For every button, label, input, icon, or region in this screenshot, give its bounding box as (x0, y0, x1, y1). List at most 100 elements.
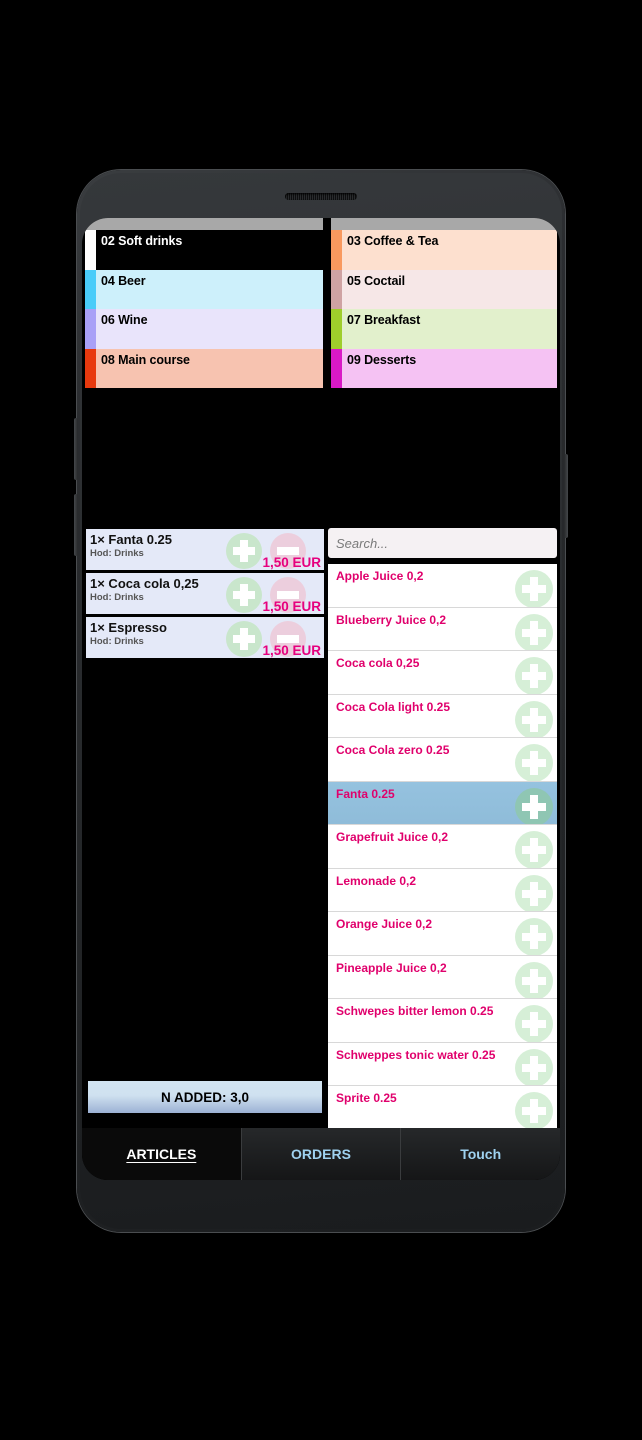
order-item-row[interactable]: 1× Coca cola 0,25 Hod: Drinks 1,50 EUR (85, 572, 325, 616)
order-item-group: Hod: Drinks (90, 636, 144, 647)
article-name: Coca Cola light 0.25 (336, 699, 451, 714)
category-label: 04 Beer (101, 273, 146, 288)
article-add-button[interactable] (515, 874, 553, 912)
category-column-gap (323, 348, 331, 388)
article-list-item[interactable]: Schweppes tonic water 0.25 (328, 1042, 557, 1086)
article-name: Lemonade 0,2 (336, 873, 417, 888)
category-cell-02-soft-drinks[interactable]: 02 Soft drinks (85, 230, 323, 270)
article-list-item[interactable]: Grapefruit Juice 0,2 (328, 825, 557, 869)
category-grid: 02 Soft drinks 03 Coffee & Tea 04 Beer 05 C… (85, 230, 557, 396)
tab-articles[interactable]: ARTICLES (82, 1128, 241, 1180)
tab-touch[interactable]: Touch (400, 1128, 560, 1180)
article-add-button[interactable] (515, 918, 553, 955)
article-list[interactable]: Apple Juice 0,2 Blueberry Juice 0,2 Coca c… (327, 563, 558, 1131)
article-add-button[interactable] (515, 1005, 553, 1042)
article-name: Coca Cola zero 0.25 (336, 743, 450, 757)
n-added-label: N ADDED: 3,0 (160, 1089, 249, 1105)
plus-icon (522, 664, 546, 688)
phone-frame: 02 Soft drinks 03 Coffee & Tea 04 Beer 05 C… (74, 170, 568, 1232)
category-cell-09-desserts[interactable]: 09 Desserts (331, 348, 557, 388)
article-add-button[interactable] (515, 744, 553, 781)
category-cell-05-coctail[interactable]: 05 Coctail (331, 269, 557, 309)
order-item-group: Hod: Drinks (90, 548, 144, 559)
category-cell-04-beer[interactable]: 04 Beer (85, 269, 323, 309)
bottom-tab-bar: ARTICLES ORDERS Touch (82, 1128, 560, 1180)
category-cell-07-breakfast[interactable]: 07 Breakfast (331, 309, 557, 349)
n-added-button[interactable]: N ADDED: 3,0 (87, 1080, 323, 1114)
phone-screen: 02 Soft drinks 03 Coffee & Tea 04 Beer 05 C… (82, 218, 560, 1180)
article-name: Apple Juice 0,2 (336, 569, 424, 583)
tab-label: ARTICLES (126, 1146, 197, 1162)
article-add-button[interactable] (515, 787, 553, 825)
plus-icon (522, 794, 546, 819)
article-add-button[interactable] (515, 961, 553, 999)
plus-icon (522, 1012, 546, 1036)
article-add-button[interactable] (515, 1092, 553, 1130)
category-label: 08 Main course (101, 352, 190, 367)
category-cell-06-wine[interactable]: 06 Wine (85, 309, 323, 349)
plus-icon (233, 540, 255, 562)
category-label: 06 Wine (101, 313, 148, 327)
plus-icon (522, 707, 546, 732)
plus-icon (233, 584, 255, 606)
category-label: 07 Breakfast (347, 313, 421, 327)
article-add-button[interactable] (515, 831, 553, 868)
plus-icon (522, 751, 546, 775)
article-list-item[interactable]: Blueberry Juice 0,2 (328, 607, 557, 651)
article-list-item[interactable]: Lemonade 0,2 (328, 868, 557, 912)
plus-icon (522, 1099, 546, 1123)
tab-orders[interactable]: ORDERS (240, 1128, 401, 1180)
article-add-button[interactable] (515, 613, 553, 651)
category-color-stripe (331, 348, 342, 388)
category-scroll-strip (85, 218, 557, 230)
minus-icon (277, 635, 299, 643)
article-add-button[interactable] (515, 700, 553, 738)
article-list-item[interactable]: Coca Cola zero 0.25 (328, 738, 557, 782)
article-list-item[interactable]: Sprite 0.25 (328, 1086, 557, 1130)
minus-icon (277, 547, 299, 555)
article-name: Schweppes tonic water 0.25 (336, 1047, 496, 1062)
volume-up-button[interactable] (74, 418, 78, 480)
article-list-item[interactable]: Coca Cola light 0.25 (328, 694, 557, 738)
tab-label: Touch (460, 1146, 502, 1162)
category-column-gap (323, 309, 331, 349)
article-list-item[interactable]: Apple Juice 0,2 (328, 564, 557, 608)
category-label: 02 Soft drinks (101, 234, 183, 248)
plus-icon (522, 881, 546, 906)
order-item-row[interactable]: 1× Espresso Hod: Drinks 1,50 EUR (85, 616, 325, 660)
category-label: 03 Coffee & Tea (347, 234, 439, 248)
article-add-button[interactable] (515, 657, 553, 694)
order-item-price: 1,50 EUR (262, 599, 321, 614)
category-label: 09 Desserts (347, 352, 417, 367)
article-add-button[interactable] (515, 570, 553, 607)
order-item-name: 1× Espresso (90, 620, 167, 635)
plus-icon (522, 968, 546, 993)
order-increase-button[interactable] (226, 533, 262, 569)
plus-icon (522, 1055, 546, 1080)
article-name: Fanta 0.25 (336, 786, 395, 801)
volume-down-button[interactable] (74, 494, 78, 556)
category-cell-03-coffee-tea[interactable]: 03 Coffee & Tea (331, 230, 557, 270)
category-color-stripe (85, 348, 96, 388)
article-list-item[interactable]: Schwepes bitter lemon 0.25 (328, 999, 557, 1043)
order-item-price: 1,50 EUR (262, 555, 321, 570)
article-panel: Apple Juice 0,2 Blueberry Juice 0,2 Coca c… (325, 524, 560, 1131)
category-cell-08-main-course[interactable]: 08 Main course (85, 348, 323, 388)
search-input[interactable] (327, 527, 558, 559)
order-ticket-panel: 1× Fanta 0.25 Hod: Drinks 1,50 EUR 1× Coca … (85, 528, 325, 660)
article-list-item[interactable]: Pineapple Juice 0,2 (328, 955, 557, 999)
article-list-item[interactable]: Coca cola 0,25 (328, 651, 557, 695)
order-item-row[interactable]: 1× Fanta 0.25 Hod: Drinks 1,50 EUR (85, 528, 325, 572)
power-button[interactable] (564, 454, 568, 538)
category-panel: 02 Soft drinks 03 Coffee & Tea 04 Beer 05 C… (85, 218, 557, 398)
order-increase-button[interactable] (226, 621, 262, 657)
article-list-item[interactable]: Orange Juice 0,2 (328, 912, 557, 956)
plus-icon (233, 628, 255, 650)
article-add-button[interactable] (515, 1048, 553, 1086)
category-label: 05 Coctail (347, 273, 406, 288)
order-increase-button[interactable] (226, 577, 262, 613)
category-column-gap (323, 230, 331, 270)
article-name: Sprite 0.25 (336, 1091, 397, 1105)
article-name: Blueberry Juice 0,2 (336, 612, 447, 627)
article-list-item[interactable]: Fanta 0.25 (328, 781, 557, 825)
